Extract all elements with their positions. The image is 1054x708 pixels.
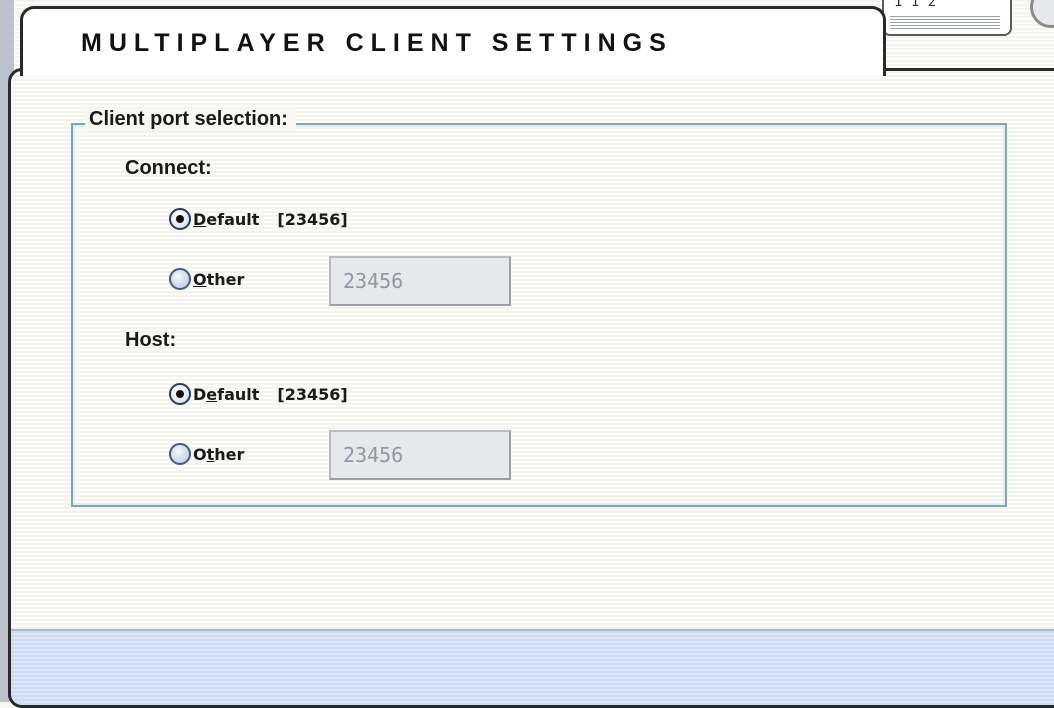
host-default-radio[interactable]	[169, 383, 191, 405]
host-other-port-input[interactable]	[329, 430, 511, 480]
adjacent-tab-text: 1 1 2	[894, 0, 937, 10]
host-default-port: [23456]	[277, 384, 348, 404]
connect-other-port-input[interactable]	[329, 256, 511, 306]
host-default-label: Default	[193, 384, 260, 404]
window-title: MULTIPLAYER CLIENT SETTINGS	[81, 29, 673, 57]
connect-default-port: [23456]	[277, 209, 348, 229]
settings-panel: Client port selection: Connect: Default …	[8, 68, 1054, 708]
connect-other-radio[interactable]	[169, 268, 191, 290]
connect-label: Connect:	[125, 157, 212, 179]
connect-other-radio-row[interactable]: Other	[169, 266, 244, 292]
host-other-label: Other	[193, 444, 245, 464]
host-other-radio-row[interactable]: Other	[169, 441, 244, 467]
adjacent-tab[interactable]: 1 1 2	[882, 0, 1012, 36]
connect-default-label: Default	[193, 209, 260, 229]
title-tab: MULTIPLAYER CLIENT SETTINGS	[20, 6, 886, 76]
host-other-radio[interactable]	[169, 443, 191, 465]
connect-default-radio-row[interactable]: Default [23456]	[169, 206, 348, 232]
adjacent-tab-grip	[890, 16, 1000, 30]
host-label: Host:	[125, 329, 177, 351]
connect-default-radio[interactable]	[169, 208, 191, 230]
connect-other-label: Other	[193, 269, 245, 289]
footer-bar	[11, 629, 1054, 705]
groupbox-legend: Client port selection:	[85, 108, 296, 131]
host-default-radio-row[interactable]: Default [23456]	[169, 381, 348, 407]
